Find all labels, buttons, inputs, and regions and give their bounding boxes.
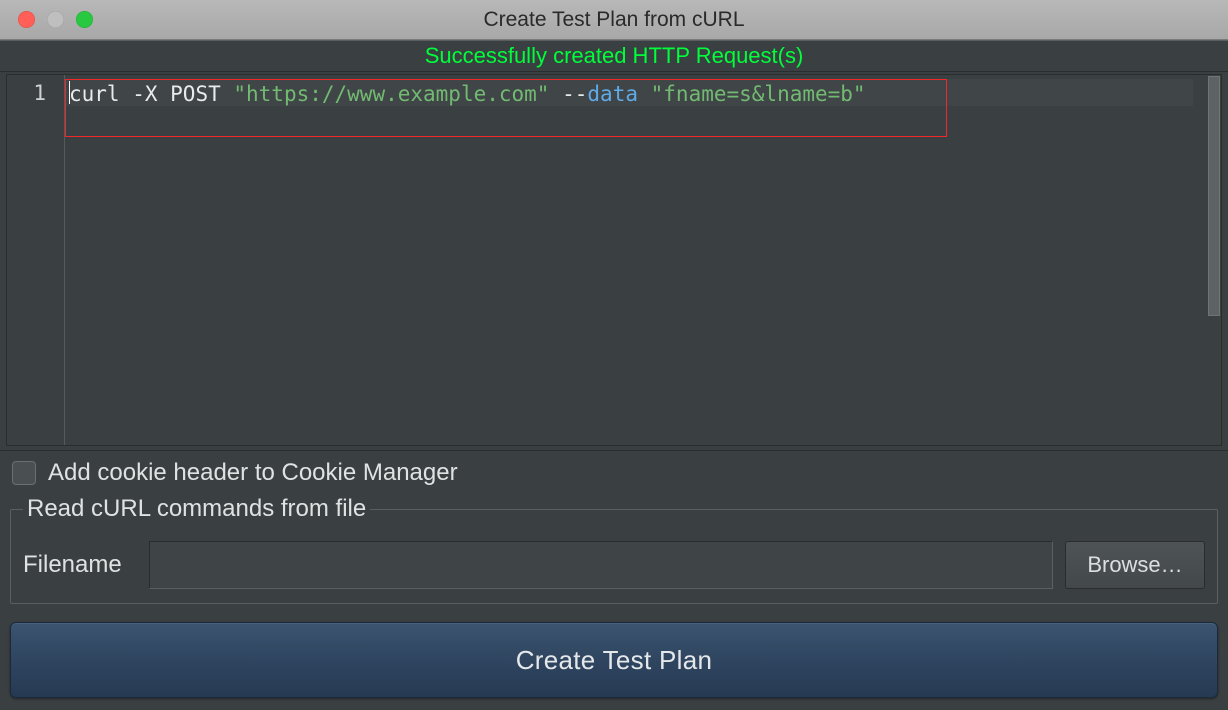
- browse-button[interactable]: Browse…: [1065, 541, 1205, 589]
- code-area[interactable]: curl -X POST "https://www.example.com" -…: [65, 75, 1207, 445]
- minimize-icon[interactable]: [47, 11, 64, 28]
- code-line: curl -X POST "https://www.example.com" -…: [69, 81, 1199, 108]
- token-data-opt: data: [587, 82, 638, 106]
- action-bar: Create Test Plan: [0, 614, 1228, 710]
- editor-gutter: 1: [7, 75, 65, 445]
- cookie-checkbox-label: Add cookie header to Cookie Manager: [48, 459, 458, 487]
- token-space2: [638, 82, 651, 106]
- create-test-plan-button[interactable]: Create Test Plan: [10, 622, 1218, 698]
- token-dashes: --: [562, 82, 587, 106]
- line-number: 1: [7, 81, 46, 105]
- status-message: Successfully created HTTP Request(s): [0, 40, 1228, 72]
- token-space: [549, 82, 562, 106]
- token-command: curl: [69, 82, 132, 106]
- file-group: Read cURL commands from file Filename Br…: [10, 495, 1218, 604]
- scrollbar-thumb[interactable]: [1208, 76, 1220, 316]
- titlebar: Create Test Plan from cURL: [0, 0, 1228, 40]
- options-panel: Add cookie header to Cookie Manager Read…: [0, 450, 1228, 614]
- window-controls: [0, 11, 93, 28]
- token-data-str: "fname=s&lname=b": [651, 82, 866, 106]
- filename-label: Filename: [23, 551, 137, 579]
- zoom-icon[interactable]: [76, 11, 93, 28]
- token-flag-x: -X: [132, 82, 170, 106]
- token-url: "https://www.example.com": [233, 82, 549, 106]
- window-title: Create Test Plan from cURL: [0, 8, 1228, 32]
- curl-editor[interactable]: 1 curl -X POST "https://www.example.com"…: [6, 74, 1222, 446]
- dialog-window: Create Test Plan from cURL Successfully …: [0, 0, 1228, 710]
- token-method: POST: [170, 82, 233, 106]
- cookie-checkbox-row[interactable]: Add cookie header to Cookie Manager: [10, 459, 1218, 493]
- file-group-legend: Read cURL commands from file: [23, 495, 370, 523]
- cookie-checkbox[interactable]: [12, 461, 36, 485]
- text-caret: [69, 81, 70, 104]
- file-row: Filename Browse…: [23, 541, 1205, 589]
- vertical-scrollbar[interactable]: [1207, 75, 1221, 445]
- filename-input[interactable]: [149, 541, 1053, 589]
- close-icon[interactable]: [18, 11, 35, 28]
